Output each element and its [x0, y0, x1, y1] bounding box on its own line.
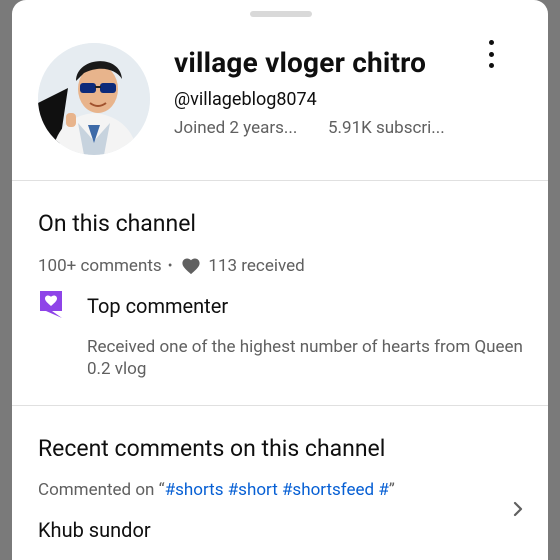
heart-icon: [182, 258, 201, 275]
comment-count: 100+ comments: [38, 256, 162, 276]
subscriber-count: 5.91K subscri...: [328, 118, 445, 138]
badge-title: Top commenter: [87, 294, 229, 318]
top-commenter-badge-icon: [40, 291, 62, 318]
drag-handle[interactable]: [250, 11, 312, 17]
divider: [12, 180, 548, 181]
commented-on-line: Commented on “#shorts #short #shortsfeed…: [38, 480, 395, 500]
channel-info-sheet: village vloger chitro @villageblog8074 J…: [12, 0, 548, 560]
divider: [12, 405, 548, 406]
comment-text: Khub sundor: [38, 518, 151, 542]
channel-handle: @villageblog8074: [174, 89, 317, 110]
close-quote: ”: [388, 480, 395, 500]
menu-dot: [488, 51, 494, 57]
commented-on-prefix: Commented on: [38, 480, 159, 500]
channel-stats: 100+ comments • 113 received: [38, 256, 305, 276]
hearts-received: 113 received: [208, 256, 305, 276]
video-link[interactable]: #shorts #short #shortsfeed #: [165, 480, 389, 500]
joined-date: Joined 2 years...: [174, 118, 298, 138]
avatar-image: [38, 43, 150, 155]
chevron-right-icon[interactable]: [510, 500, 526, 518]
menu-dot: [488, 40, 494, 45]
more-vert-icon[interactable]: [478, 38, 504, 70]
on-this-channel-heading: On this channel: [38, 210, 197, 237]
menu-dot: [488, 63, 494, 68]
channel-name: village vloger chitro: [174, 46, 427, 79]
recent-comments-heading: Recent comments on this channel: [38, 435, 386, 462]
badge-description: Received one of the highest number of he…: [87, 337, 523, 379]
channel-avatar[interactable]: [38, 43, 150, 155]
separator-dot: •: [167, 258, 173, 274]
